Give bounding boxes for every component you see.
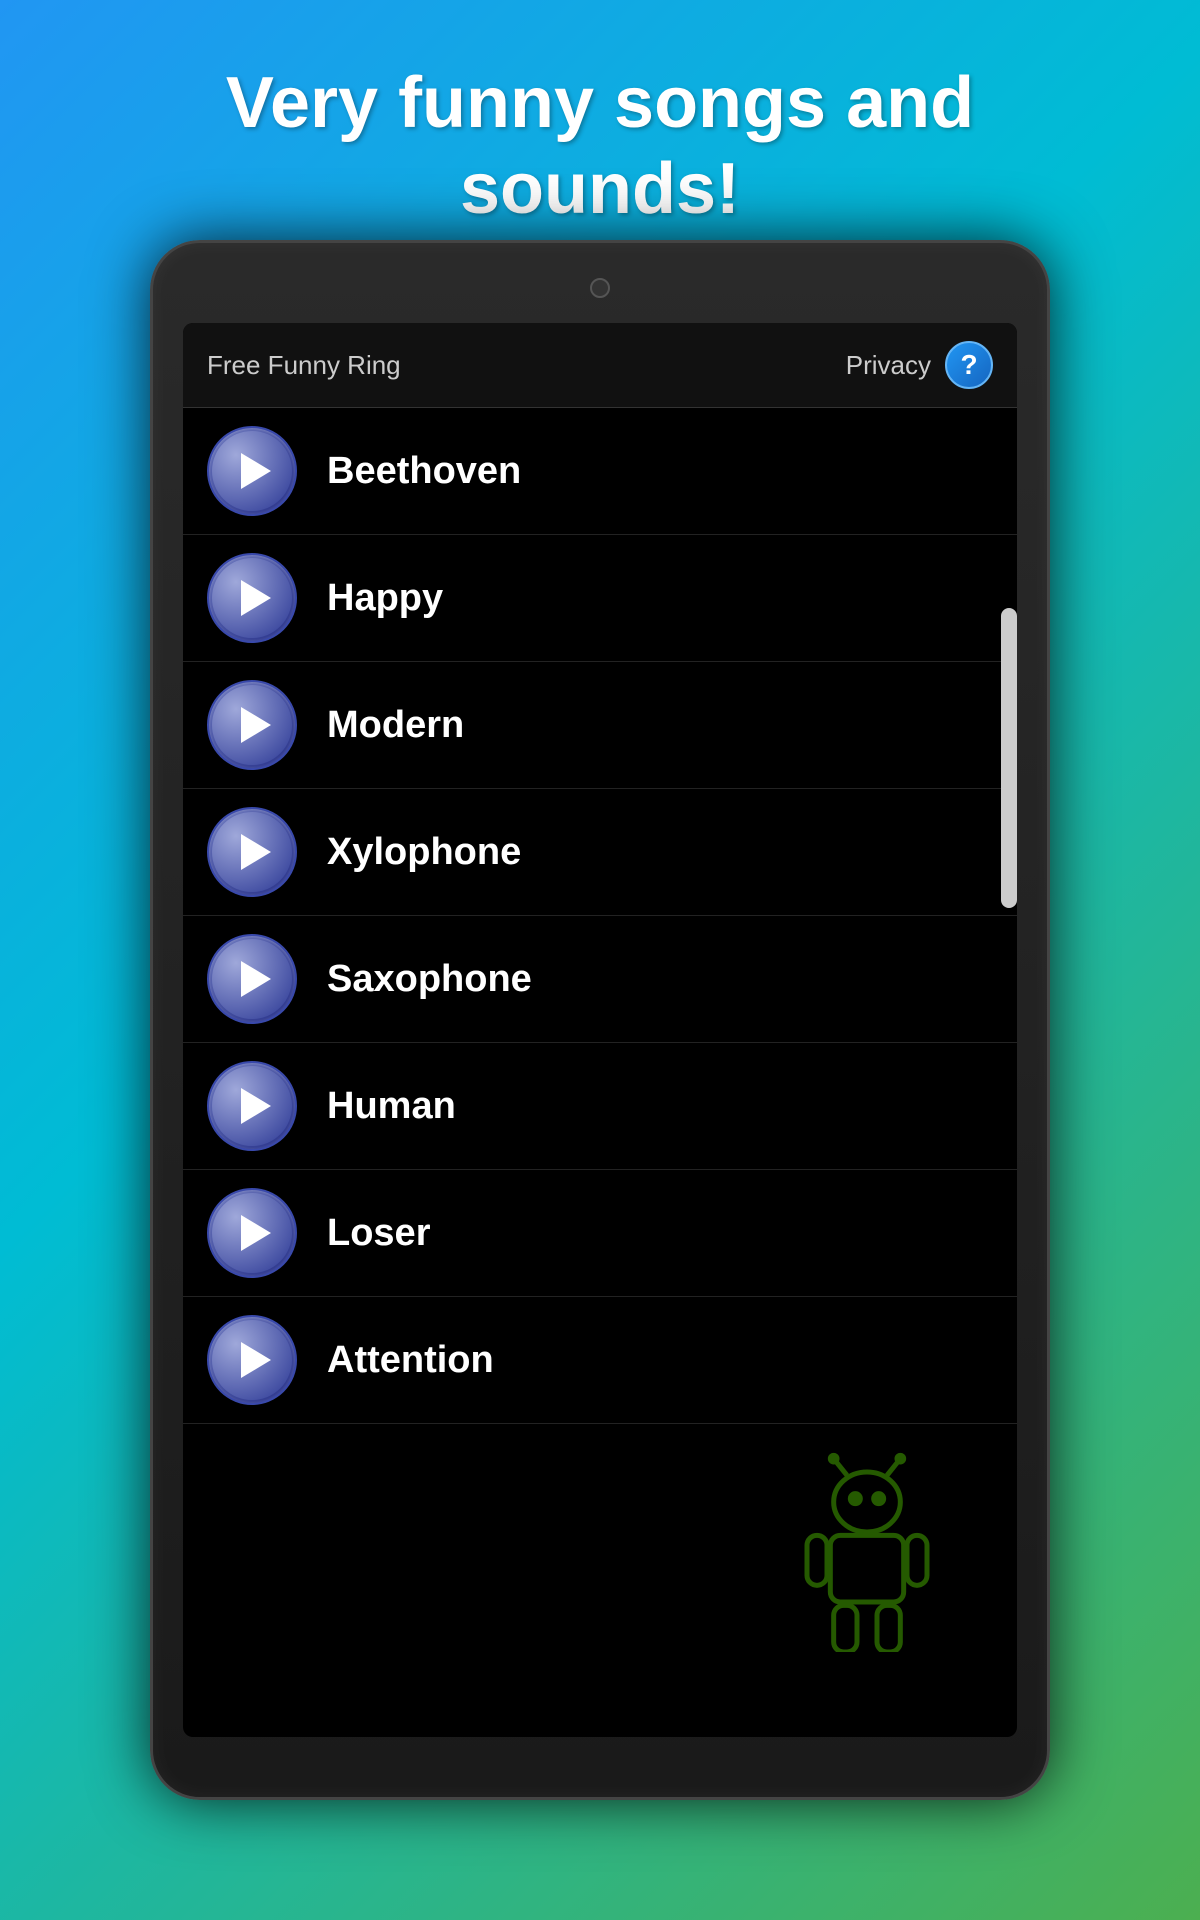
app-header-right: Privacy ? — [846, 341, 993, 389]
list-item[interactable]: Human — [183, 1043, 1017, 1170]
list-item[interactable]: Modern — [183, 662, 1017, 789]
tablet-device: Free Funny Ring Privacy ? Beethoven Happ… — [150, 240, 1050, 1800]
android-logo — [777, 1452, 957, 1657]
play-icon-8 — [241, 1342, 271, 1378]
play-button-8[interactable] — [207, 1315, 297, 1405]
play-icon-7 — [241, 1215, 271, 1251]
page-title: Very funny songs and sounds! — [0, 0, 1200, 273]
help-button[interactable]: ? — [945, 341, 993, 389]
play-button-4[interactable] — [207, 807, 297, 897]
list-item[interactable]: Xylophone — [183, 789, 1017, 916]
app-title: Free Funny Ring — [207, 350, 401, 381]
item-label-2: Happy — [327, 577, 443, 620]
list-item[interactable]: Saxophone — [183, 916, 1017, 1043]
scrollbar[interactable] — [1001, 608, 1017, 908]
header-section: Very funny songs and sounds! — [0, 0, 1200, 273]
privacy-label: Privacy — [846, 350, 931, 381]
item-label-4: Xylophone — [327, 831, 521, 874]
tablet-camera — [590, 278, 610, 298]
play-button-2[interactable] — [207, 553, 297, 643]
play-button-7[interactable] — [207, 1188, 297, 1278]
item-label-5: Saxophone — [327, 958, 532, 1001]
play-button-5[interactable] — [207, 934, 297, 1024]
play-button-6[interactable] — [207, 1061, 297, 1151]
play-icon-1 — [241, 453, 271, 489]
play-icon-5 — [241, 961, 271, 997]
item-label-1: Beethoven — [327, 450, 521, 493]
play-icon-4 — [241, 834, 271, 870]
play-button-3[interactable] — [207, 680, 297, 770]
tablet-body: Free Funny Ring Privacy ? Beethoven Happ… — [150, 240, 1050, 1800]
app-header: Free Funny Ring Privacy ? — [183, 323, 1017, 408]
item-label-3: Modern — [327, 704, 464, 747]
tablet-screen: Free Funny Ring Privacy ? Beethoven Happ… — [183, 323, 1017, 1737]
item-label-7: Loser — [327, 1212, 430, 1255]
list-item[interactable]: Attention — [183, 1297, 1017, 1424]
item-label-8: Attention — [327, 1339, 494, 1382]
play-button-1[interactable] — [207, 426, 297, 516]
play-icon-6 — [241, 1088, 271, 1124]
play-icon-2 — [241, 580, 271, 616]
list-item[interactable]: Beethoven — [183, 408, 1017, 535]
play-icon-3 — [241, 707, 271, 743]
list-item[interactable]: Loser — [183, 1170, 1017, 1297]
list-item[interactable]: Happy — [183, 535, 1017, 662]
item-label-6: Human — [327, 1085, 456, 1128]
